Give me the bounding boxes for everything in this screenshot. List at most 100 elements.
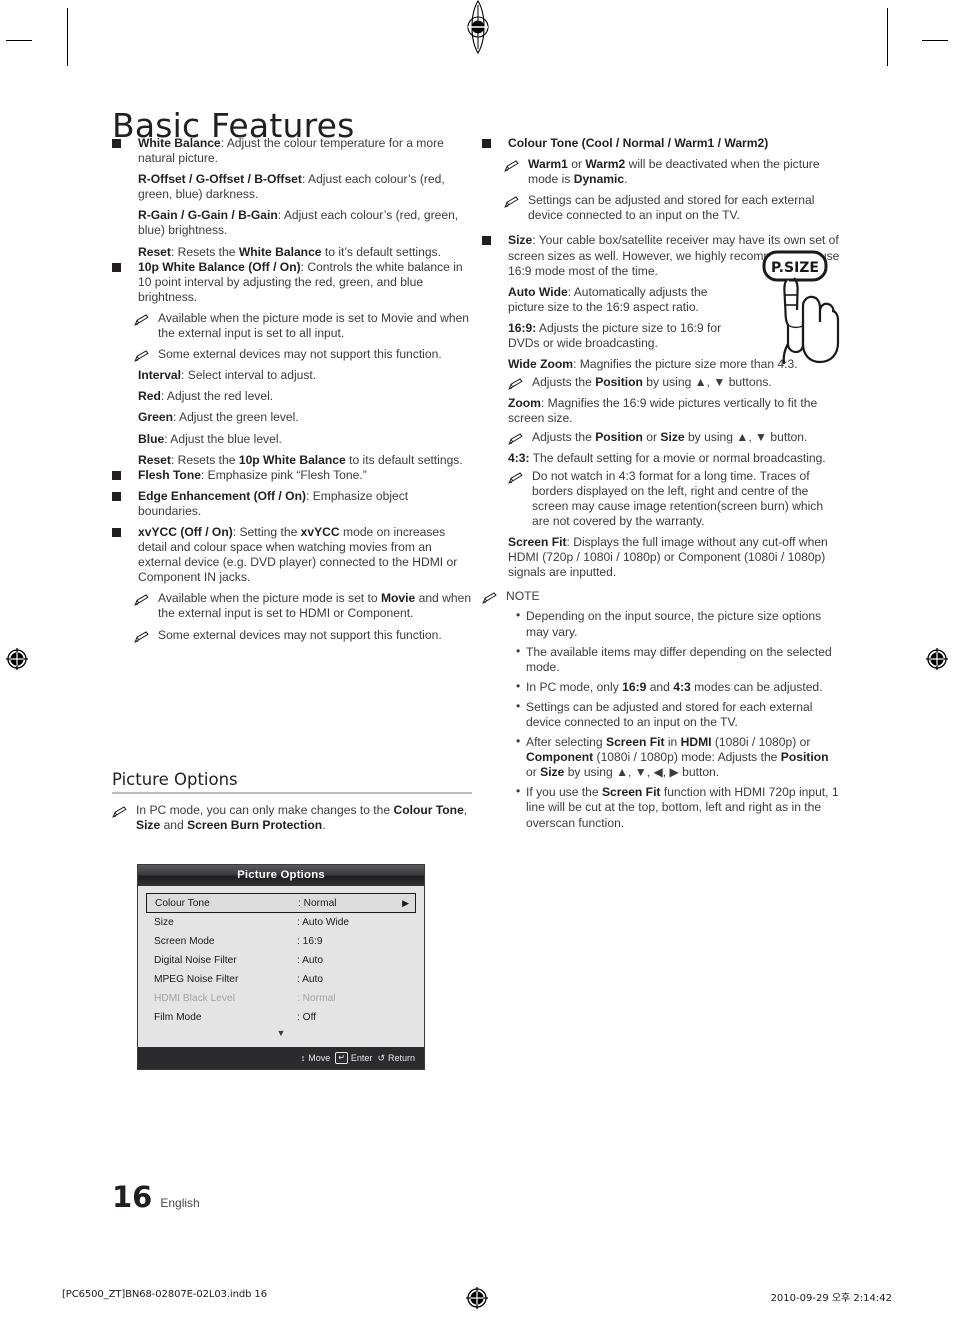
term-emphasis: Size	[136, 818, 161, 833]
scroll-down-icon[interactable]: ▼	[146, 1027, 416, 1041]
picture-options-section: Picture Options In PC mode, you can only…	[112, 770, 472, 833]
term-emphasis: Component	[526, 750, 594, 765]
page-number-block: 16 English	[112, 1180, 200, 1214]
term: Green	[138, 410, 173, 425]
left-column: White Balance: Adjust the colour tempera…	[112, 136, 472, 643]
note-text: Available when the picture mode is set t…	[158, 591, 472, 621]
list-item-text: Flesh Tone: Emphasize pink “Flesh Tone.”	[138, 468, 472, 483]
term: 10p White Balance (Off / On)	[138, 259, 301, 274]
list-item: xvYCC (Off / On): Setting the xvYCC mode…	[112, 525, 472, 585]
term: Red	[138, 389, 161, 404]
note-text: Warm1 or Warm2 will be deactivated when …	[528, 157, 842, 187]
term-emphasis: Position	[595, 429, 643, 444]
dot-bullet-icon: •	[516, 784, 521, 799]
osd-row-size[interactable]: Size : Auto Wide	[146, 913, 416, 932]
note-item: Settings can be adjusted and stored for …	[482, 193, 842, 223]
note-text-post: by using ▲, ▼ buttons.	[642, 375, 772, 390]
note-text: Depending on the input source, the pictu…	[526, 609, 822, 639]
osd-row-label: Film Mode	[154, 1012, 202, 1023]
note-text-pre: Adjusts the	[532, 375, 596, 390]
term-emphasis: Warm1	[528, 157, 568, 172]
definition-reset-10p: Reset: Resets the 10p White Balance to i…	[112, 453, 472, 468]
term-emphasis: 10p White Balance	[238, 452, 346, 467]
list-item-text: Edge Enhancement (Off / On): Emphasize o…	[138, 489, 472, 519]
list-item-text: xvYCC (Off / On): Setting the xvYCC mode…	[138, 525, 472, 585]
square-bullet-icon	[112, 470, 121, 480]
note-text-pre: In PC mode, you can only make changes to…	[136, 803, 394, 817]
square-bullet-icon	[112, 491, 121, 501]
note-item: Do not watch in 4:3 format for a long ti…	[482, 469, 842, 529]
osd-row-screen-mode[interactable]: Screen Mode : 16:9	[146, 932, 416, 951]
note-text: After selecting Screen Fit in HDMI (1080…	[526, 735, 842, 780]
osd-hint-label: Return	[387, 1053, 415, 1063]
term-description: : Select interval to adjust.	[181, 368, 317, 383]
list-item: Edge Enhancement (Off / On): Emphasize o…	[112, 489, 472, 519]
osd-footer-hints: ↕ Move ↵ Enter ↺ Return	[138, 1047, 424, 1069]
pencil-note-icon	[112, 806, 127, 818]
return-arrow-icon: ↺	[377, 1052, 385, 1063]
up-down-arrow-icon: ↕	[300, 1053, 306, 1063]
term-emphasis: Dynamic	[573, 172, 625, 187]
osd-row-value: : Off	[297, 1012, 317, 1023]
note-text-pre: In PC mode, only	[526, 679, 623, 694]
note-bullet-item: • If you use the Screen Fit function wit…	[482, 784, 842, 830]
term-description-tail: to it’s default settings.	[321, 244, 441, 259]
pencil-note-icon	[134, 314, 149, 326]
osd-row-mpeg-noise-filter[interactable]: MPEG Noise Filter : Auto	[146, 970, 416, 989]
osd-row-value: : Normal	[297, 993, 336, 1004]
note-text: In PC mode, only 16:9 and 4:3 modes can …	[526, 680, 842, 695]
term: Reset	[138, 452, 171, 467]
picture-options-osd-menu: Picture Options Colour Tone : Normal ▶ S…	[137, 864, 425, 1070]
square-bullet-icon	[112, 527, 121, 537]
osd-row-film-mode[interactable]: Film Mode : Off	[146, 1008, 416, 1027]
term-description: : Setting the	[232, 524, 301, 539]
note-bullet-item: • Settings can be adjusted and stored fo…	[482, 698, 842, 730]
note-text-post: by using ▲, ▼, ◀, ▶ button.	[564, 765, 720, 780]
osd-row-digital-noise-filter[interactable]: Digital Noise Filter : Auto	[146, 951, 416, 970]
term: Flesh Tone	[138, 467, 201, 482]
note-sep-1: or	[642, 429, 661, 444]
list-item: Flesh Tone: Emphasize pink “Flesh Tone.”	[112, 468, 472, 483]
osd-row-hdmi-black-level: HDMI Black Level : Normal	[146, 989, 416, 1008]
osd-row-value: : Normal	[298, 897, 337, 909]
definition-16-9: 16:9: Adjusts the picture size to 16:9 f…	[482, 321, 730, 351]
definition-zoom: Zoom: Magnifies the 16:9 wide pictures v…	[482, 396, 842, 426]
pencil-note-icon	[504, 160, 519, 173]
note-item: Some external devices may not support th…	[112, 347, 472, 363]
section-divider	[112, 792, 472, 794]
osd-hint-label: Move	[308, 1053, 331, 1063]
note-item: Some external devices may not support th…	[112, 628, 472, 643]
osd-row-colour-tone[interactable]: Colour Tone : Normal ▶	[146, 893, 416, 913]
dot-bullet-icon: •	[516, 698, 521, 713]
note-text: Adjusts the Position by using ▲, ▼ butto…	[532, 375, 842, 390]
pencil-note-icon	[134, 630, 149, 643]
definition-r-gain: R-Gain / G-Gain / B-Gain: Adjust each co…	[112, 208, 472, 238]
page-number: 16	[112, 1180, 153, 1214]
term-emphasis: Position	[595, 375, 643, 390]
term-description-tail: to its default settings.	[345, 452, 463, 467]
note-text: Adjusts the Position or Size by using ▲,…	[532, 430, 842, 445]
osd-row-label: HDMI Black Level	[154, 993, 235, 1004]
manual-page: Basic Features White Balance: Adjust the…	[0, 0, 954, 1321]
list-item-text: Colour Tone (Cool / Normal / Warm1 / War…	[508, 136, 842, 151]
note-text: Settings can be adjusted and stored for …	[528, 193, 815, 223]
osd-row-value: : 16:9	[297, 936, 323, 947]
definition-auto-wide: Auto Wide: Automatically adjusts the pic…	[482, 285, 730, 315]
osd-row-label: Colour Tone	[155, 897, 210, 909]
term: Edge Enhancement (Off / On)	[138, 488, 306, 503]
page-language: English	[160, 1196, 200, 1210]
pencil-note-icon	[482, 592, 497, 605]
term: Screen Fit	[508, 535, 567, 550]
term: xvYCC (Off / On)	[138, 524, 233, 539]
square-bullet-icon	[112, 262, 121, 272]
definition-interval: Interval: Select interval to adjust.	[112, 368, 472, 383]
term: Wide Zoom	[508, 357, 574, 372]
term-description: : Adjust the green level.	[172, 410, 299, 425]
note-text: Some external devices may not support th…	[158, 347, 442, 362]
dot-bullet-icon: •	[516, 643, 521, 658]
definition-blue: Blue: Adjust the blue level.	[112, 432, 472, 447]
note-text-post: .	[624, 172, 628, 187]
osd-hint-enter: ↵ Enter	[335, 1052, 372, 1064]
note-heading-row: NOTE	[482, 589, 842, 605]
term-emphasis: 4:3	[673, 679, 691, 694]
